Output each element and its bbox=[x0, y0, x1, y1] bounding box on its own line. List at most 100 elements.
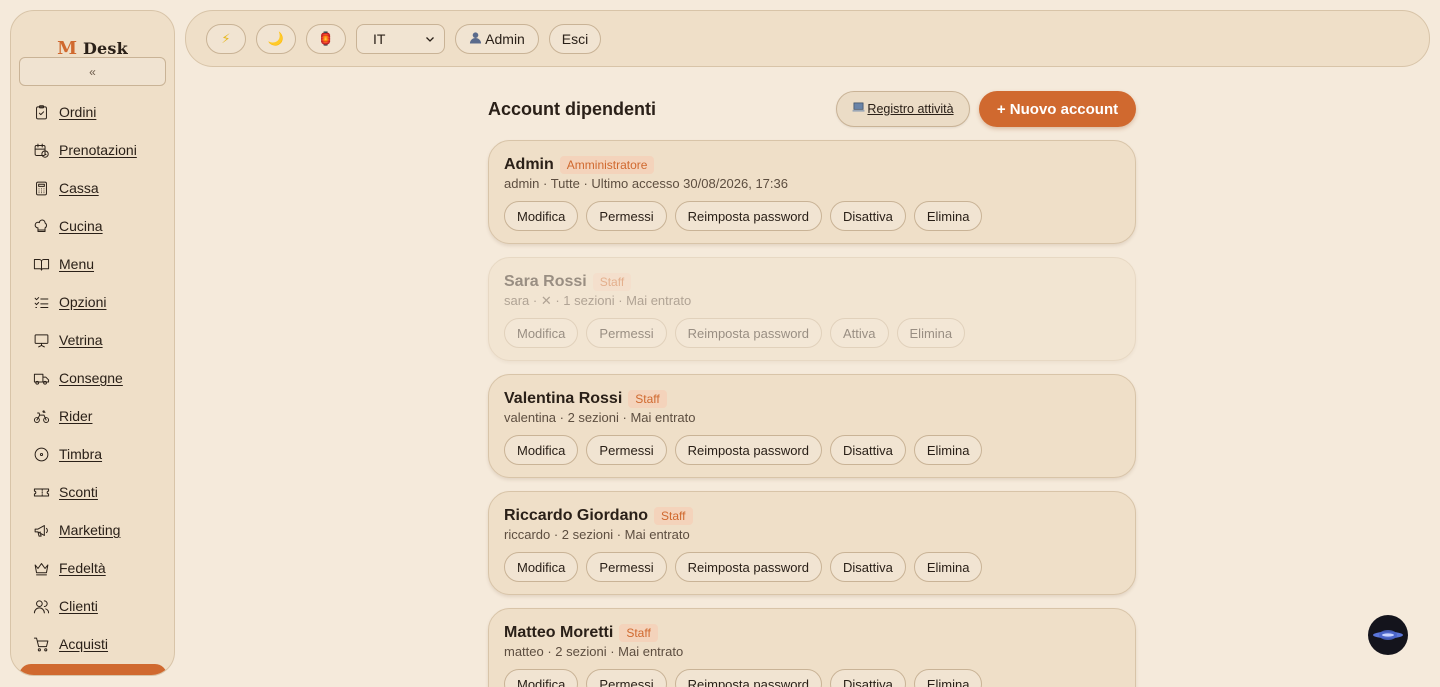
sidebar-item-rider[interactable]: Rider bbox=[11, 397, 174, 435]
user-icon bbox=[469, 31, 482, 47]
moon-icon: 🌙 bbox=[267, 31, 285, 46]
sidebar-item-acquisti[interactable]: Acquisti bbox=[11, 625, 174, 663]
account-meta: matteo · 2 sezioni · Mai entrato bbox=[504, 644, 684, 659]
chef-hat-icon bbox=[32, 217, 50, 235]
sidebar-item-fedelta[interactable]: Fedeltà bbox=[11, 549, 174, 587]
page-header: Account dipendenti Registro attività + N… bbox=[488, 88, 1136, 130]
sidebar-item-sconti[interactable]: Sconti bbox=[11, 473, 174, 511]
permissions-button[interactable]: Permessi bbox=[586, 435, 667, 465]
sidebar-item-label: Marketing bbox=[59, 522, 121, 538]
calculator-icon bbox=[32, 179, 50, 197]
sidebar-item-ordini[interactable]: Ordini bbox=[11, 93, 174, 131]
sidebar-item-active[interactable] bbox=[19, 664, 167, 675]
users-icon bbox=[32, 597, 50, 615]
sidebar-item-label: Acquisti bbox=[59, 636, 109, 652]
reset-password-button[interactable]: Reimposta password bbox=[674, 318, 822, 348]
clipboard-icon bbox=[32, 103, 50, 121]
permissions-button[interactable]: Permessi bbox=[586, 201, 667, 231]
megaphone-icon bbox=[32, 521, 50, 539]
truck-icon bbox=[32, 369, 50, 387]
chevron-down-icon bbox=[426, 37, 434, 42]
sidebar-nav: Ordini Prenotazioni Cassa Cucina Menu Op… bbox=[11, 93, 174, 663]
reset-password-button[interactable]: Reimposta password bbox=[674, 435, 822, 465]
reset-password-button[interactable]: Reimposta password bbox=[674, 201, 822, 231]
role-badge: Staff bbox=[654, 507, 693, 525]
sidebar-item-label: Fedeltà bbox=[59, 560, 106, 576]
delete-button[interactable]: Elimina bbox=[913, 201, 983, 231]
activate-button[interactable]: Attiva bbox=[830, 318, 889, 348]
bike-icon bbox=[32, 407, 50, 425]
delete-button[interactable]: Elimina bbox=[896, 318, 966, 348]
sidebar-item-timbra[interactable]: Timbra bbox=[11, 435, 174, 473]
delete-button[interactable]: Elimina bbox=[913, 435, 983, 465]
delete-button[interactable]: Elimina bbox=[913, 552, 983, 582]
theme-toggle-button[interactable]: 🌙 bbox=[256, 24, 296, 54]
sidebar-item-label: Sconti bbox=[59, 484, 98, 500]
sidebar-item-label: Rider bbox=[59, 408, 93, 424]
page-title: Account dipendenti bbox=[488, 99, 656, 119]
edit-button[interactable]: Modifica bbox=[504, 435, 579, 465]
logout-button[interactable]: Esci bbox=[549, 24, 601, 54]
deactivate-button[interactable]: Disattiva bbox=[830, 552, 906, 582]
edit-button[interactable]: Modifica bbox=[504, 669, 579, 687]
sidebar-item-cassa[interactable]: Cassa bbox=[11, 169, 174, 207]
account-card: Sara Rossi Staff sara · ✕ · 1 sezioni · … bbox=[488, 257, 1136, 361]
clock-icon bbox=[32, 445, 50, 463]
account-name: Matteo Moretti bbox=[504, 624, 614, 641]
account-meta: valentina · 2 sezioni · Mai entrato bbox=[504, 410, 696, 425]
deactivate-button[interactable]: Disattiva bbox=[830, 201, 906, 231]
account-card: Matteo Moretti Staff matteo · 2 sezioni … bbox=[488, 608, 1136, 687]
sidebar-item-opzioni[interactable]: Opzioni bbox=[11, 283, 174, 321]
language-value: IT bbox=[373, 31, 386, 47]
language-select[interactable]: IT bbox=[356, 24, 445, 54]
role-badge: Amministratore bbox=[559, 156, 655, 174]
edit-button[interactable]: Modifica bbox=[504, 318, 579, 348]
ticket-icon bbox=[32, 483, 50, 501]
sidebar-item-menu[interactable]: Menu bbox=[11, 245, 174, 283]
deactivate-button[interactable]: Disattiva bbox=[830, 435, 906, 465]
account-name: Sara Rossi bbox=[504, 273, 587, 290]
sidebar: M Desk « Ordini Prenotazioni Cassa Cucin… bbox=[10, 10, 175, 676]
assistant-bubble-button[interactable] bbox=[1368, 615, 1408, 655]
sidebar-item-prenotazioni[interactable]: Prenotazioni bbox=[11, 131, 174, 169]
permissions-button[interactable]: Permessi bbox=[586, 669, 667, 687]
sidebar-item-marketing[interactable]: Marketing bbox=[11, 511, 174, 549]
sidebar-item-cucina[interactable]: Cucina bbox=[11, 207, 174, 245]
reset-password-button[interactable]: Reimposta password bbox=[674, 552, 822, 582]
laptop-icon bbox=[852, 102, 865, 116]
checklist-icon bbox=[32, 293, 50, 311]
delete-button[interactable]: Elimina bbox=[913, 669, 983, 687]
sidebar-item-vetrina[interactable]: Vetrina bbox=[11, 321, 174, 359]
permissions-button[interactable]: Permessi bbox=[586, 318, 667, 348]
account-card: Valentina Rossi Staff valentina · 2 sezi… bbox=[488, 374, 1136, 478]
sidebar-item-label: Cucina bbox=[59, 218, 103, 234]
lantern-theme-button[interactable]: 🏮 bbox=[306, 24, 346, 54]
activity-log-button[interactable]: Registro attività bbox=[836, 91, 970, 127]
presentation-icon bbox=[32, 331, 50, 349]
sidebar-item-label: Vetrina bbox=[59, 332, 103, 348]
user-menu-button[interactable]: Admin bbox=[455, 24, 539, 54]
sidebar-item-clienti[interactable]: Clienti bbox=[11, 587, 174, 625]
main-content: Account dipendenti Registro attività + N… bbox=[488, 88, 1136, 687]
book-icon bbox=[32, 255, 50, 273]
sidebar-collapse-button[interactable]: « bbox=[19, 57, 166, 86]
wave-icon bbox=[1373, 630, 1403, 640]
permissions-button[interactable]: Permessi bbox=[586, 552, 667, 582]
sidebar-item-consegne[interactable]: Consegne bbox=[11, 359, 174, 397]
account-meta: admin · Tutte · Ultimo accesso 30/08/202… bbox=[504, 176, 788, 191]
account-card: Riccardo Giordano Staff riccardo · 2 sez… bbox=[488, 491, 1136, 595]
crown-icon bbox=[32, 559, 50, 577]
sidebar-item-label: Cassa bbox=[59, 180, 99, 196]
sidebar-item-label: Menu bbox=[59, 256, 95, 272]
edit-button[interactable]: Modifica bbox=[504, 201, 579, 231]
account-name: Admin bbox=[504, 156, 554, 173]
cart-icon bbox=[32, 635, 50, 653]
new-account-button[interactable]: + Nuovo account bbox=[979, 91, 1136, 127]
account-meta: riccardo · 2 sezioni · Mai entrato bbox=[504, 527, 690, 542]
deactivate-button[interactable]: Disattiva bbox=[830, 669, 906, 687]
bolt-icon: ⚡ bbox=[221, 31, 231, 46]
reset-password-button[interactable]: Reimposta password bbox=[674, 669, 822, 687]
edit-button[interactable]: Modifica bbox=[504, 552, 579, 582]
quick-action-button[interactable]: ⚡ bbox=[206, 24, 246, 54]
account-meta: sara · ✕ · 1 sezioni · Mai entrato bbox=[504, 293, 692, 308]
